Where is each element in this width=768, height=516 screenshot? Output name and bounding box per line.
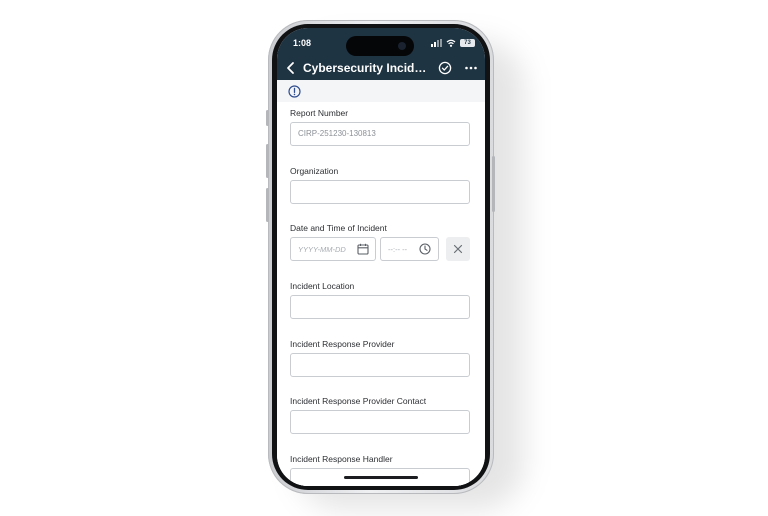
nav-bar: Cybersecurity Inciden... [277,58,485,78]
incident-datetime-label: Date and Time of Incident [290,223,387,233]
dynamic-island [346,36,414,56]
report-number-field[interactable]: CIRP-251230-130813 [290,122,470,146]
incident-time-input[interactable]: --:-- -- [380,237,439,261]
response-provider-label: Incident Response Provider [290,339,395,349]
more-horizontal-icon[interactable] [464,62,478,74]
battery-indicator: 73 [460,39,475,47]
volume-up-button [266,144,269,178]
clock-icon[interactable] [419,243,431,255]
organization-field[interactable] [290,180,470,204]
date-placeholder: YYYY-MM-DD [298,245,346,254]
cellular-signal-icon [431,39,442,47]
action-button [266,110,269,126]
back-chevron-icon[interactable] [285,60,297,76]
volume-down-button [266,188,269,222]
incident-date-input[interactable]: YYYY-MM-DD [290,237,376,261]
time-placeholder: --:-- -- [388,245,408,254]
form-content: Report Number CIRP-251230-130813 Organiz… [277,80,485,486]
clear-datetime-button[interactable] [446,237,470,261]
close-icon [453,244,463,254]
camera-icon [398,42,406,50]
status-time: 1:08 [293,38,312,48]
info-bar [277,80,485,102]
report-number-label: Report Number [290,108,349,118]
incident-location-field[interactable] [290,295,470,319]
response-provider-contact-field[interactable] [290,410,470,434]
calendar-icon[interactable] [357,243,369,255]
check-circle-icon[interactable] [438,61,452,75]
home-indicator[interactable] [344,476,418,479]
response-provider-contact-label: Incident Response Provider Contact [290,396,427,406]
incident-location-label: Incident Location [290,281,355,291]
status-icons: 73 [431,38,475,48]
response-provider-field[interactable] [290,353,470,377]
app-header: 1:08 73 Cybersecurity Inciden... [277,28,485,80]
phone-screen: 1:08 73 Cybersecurity Inciden... Report … [277,28,485,486]
page-title: Cybersecurity Inciden... [303,61,431,75]
power-button [492,156,495,212]
info-circle-icon[interactable] [288,85,301,98]
wifi-icon [446,39,456,47]
organization-label: Organization [290,166,339,176]
response-handler-label: Incident Response Handler [290,454,393,464]
